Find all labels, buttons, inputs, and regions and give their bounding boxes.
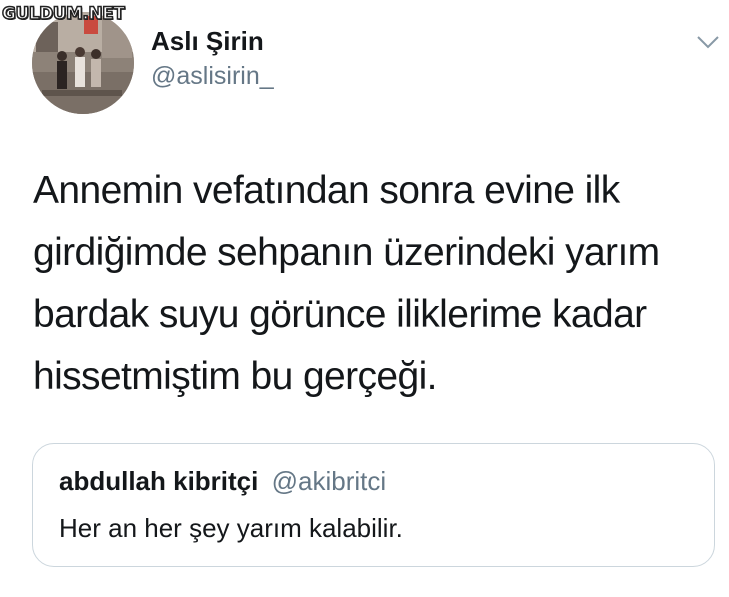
- quoted-tweet-text: Her an her şey yarım kalabilir.: [59, 513, 403, 543]
- chevron-down-icon: [697, 36, 719, 49]
- site-watermark: GULDUM.NET: [1, 3, 125, 25]
- quoted-tweet-header: abdullah kibritçi @akibritci: [59, 466, 386, 497]
- quoted-tweet-card[interactable]: abdullah kibritçi @akibritci Her an her …: [32, 443, 715, 567]
- tweet-text: Annemin vefatından sonra evine ilk girdi…: [33, 169, 660, 398]
- tweet-menu-button[interactable]: [696, 34, 720, 50]
- avatar-photo-icon: [32, 12, 134, 114]
- quoted-author-handle: @akibritci: [271, 466, 387, 496]
- author-display-name[interactable]: Aslı Şirin: [151, 26, 264, 57]
- avatar[interactable]: [32, 12, 134, 114]
- quoted-author-name: abdullah kibritçi: [59, 466, 259, 496]
- author-handle[interactable]: @aslisirin_: [151, 62, 274, 91]
